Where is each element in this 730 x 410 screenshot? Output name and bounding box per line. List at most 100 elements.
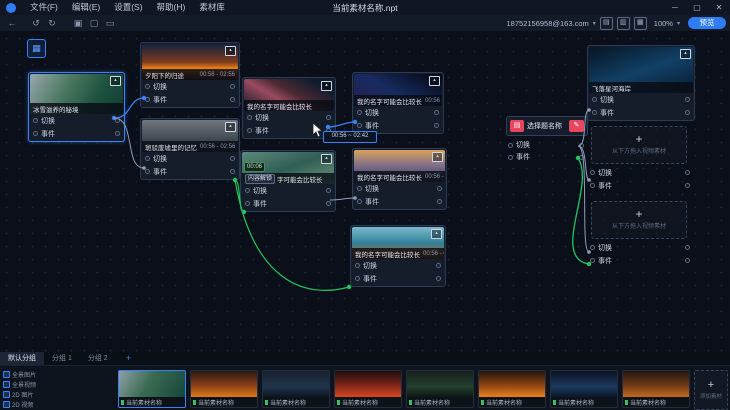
port-out[interactable]: [230, 169, 235, 174]
filter-pano-video[interactable]: 全景视频: [3, 379, 43, 389]
close-button[interactable]: ✕: [708, 0, 730, 15]
port-in[interactable]: [145, 169, 150, 174]
material-thumb[interactable]: 当前素材名称: [118, 370, 186, 408]
menu-edit[interactable]: 编辑(E): [65, 0, 107, 15]
switch-row[interactable]: 切换: [142, 152, 238, 165]
switch-row[interactable]: 切换: [242, 184, 334, 197]
switch-row[interactable]: 切换: [354, 106, 442, 119]
port-in[interactable]: [592, 97, 597, 102]
material-thumb[interactable]: 当前素材名称: [478, 370, 546, 408]
port-out[interactable]: [115, 131, 120, 136]
video-node-f[interactable]: ▴ 我的名字可能会比较长 00:56 - 02:56 切换 事件: [352, 72, 444, 134]
port-in[interactable]: [145, 156, 150, 161]
port-in[interactable]: [592, 110, 597, 115]
material-thumb[interactable]: 当前素材名称: [190, 370, 258, 408]
video-node-a[interactable]: ▴ 冰雪滋养的秘境 切换 事件: [28, 72, 125, 142]
port-out[interactable]: [685, 110, 690, 115]
checkbox-icon[interactable]: [3, 401, 10, 408]
tab-default-group[interactable]: 默认分组: [0, 352, 44, 365]
preview-button[interactable]: 预览: [688, 17, 726, 29]
port-in[interactable]: [33, 131, 38, 136]
checkbox-icon[interactable]: [3, 371, 10, 378]
tab-group-2[interactable]: 分组 2: [80, 352, 116, 365]
port-in[interactable]: [357, 110, 362, 115]
save-icon[interactable]: ▤: [600, 17, 613, 30]
paste-icon[interactable]: ▢: [86, 15, 102, 31]
add-material-tile[interactable]: + 添加素材: [694, 370, 728, 410]
crop-icon[interactable]: ▭: [102, 15, 118, 31]
port-in[interactable]: [357, 199, 362, 204]
minimize-button[interactable]: ─: [664, 0, 686, 15]
video-node-e[interactable]: ▴ 00:06 内容解锁 字可能会比较长 切换 事件: [240, 150, 336, 212]
port-in[interactable]: [247, 115, 252, 120]
port-out[interactable]: [230, 97, 235, 102]
video-node-c[interactable]: ▴ 斑驳废墟里的记忆 00:56 - 02:56 切换 事件: [140, 118, 240, 180]
port-out[interactable]: [685, 245, 690, 250]
switch-row[interactable]: 切换: [508, 140, 584, 150]
port-in[interactable]: [145, 84, 150, 89]
video-node-g[interactable]: ▴ 我的名字可能会比较长 00:56 - 02:56 切换 事件: [352, 148, 447, 210]
port-out[interactable]: [685, 258, 690, 263]
port-out[interactable]: [436, 276, 441, 281]
menu-file[interactable]: 文件(F): [23, 0, 65, 15]
event-row[interactable]: 事件: [589, 106, 693, 119]
checkbox-icon[interactable]: [3, 381, 10, 388]
port-in[interactable]: [508, 143, 513, 148]
port-out[interactable]: [437, 186, 442, 191]
port-out[interactable]: [436, 263, 441, 268]
maximize-button[interactable]: ▢: [686, 0, 708, 15]
event-row[interactable]: 事件: [354, 195, 445, 208]
switch-row[interactable]: 切换: [352, 259, 444, 272]
port-out[interactable]: [230, 84, 235, 89]
material-thumb[interactable]: 当前素材名称: [334, 370, 402, 408]
drop-placeholder[interactable]: + 从下方拖入视频素材: [591, 126, 687, 164]
port-out[interactable]: [434, 110, 439, 115]
add-node-tool-button[interactable]: ▦: [27, 39, 46, 58]
port-out[interactable]: [579, 143, 584, 148]
event-row[interactable]: 事件: [587, 254, 693, 267]
event-row[interactable]: 事件: [508, 152, 584, 162]
account-email[interactable]: 18752156958@163.com: [507, 19, 589, 28]
material-thumb[interactable]: 当前素材名称: [550, 370, 618, 408]
port-in[interactable]: [145, 97, 150, 102]
port-in[interactable]: [357, 186, 362, 191]
undo-icon[interactable]: ↺: [28, 15, 44, 31]
port-out[interactable]: [230, 156, 235, 161]
port-out[interactable]: [326, 188, 331, 193]
port-out[interactable]: [579, 155, 584, 160]
port-in[interactable]: [590, 170, 595, 175]
menu-help[interactable]: 帮助(H): [150, 0, 193, 15]
video-node-h[interactable]: ▴ 我的名字可能会比较长 00:56 - 02:56 切换 事件: [350, 225, 446, 287]
filter-2d-video[interactable]: 2D 视频: [3, 399, 43, 409]
port-in[interactable]: [355, 263, 360, 268]
port-out[interactable]: [685, 170, 690, 175]
filter-pano-image[interactable]: 全景图片: [3, 369, 43, 379]
drop-placeholder[interactable]: + 从下方拖入视频素材: [591, 201, 687, 239]
tab-group-1[interactable]: 分组 1: [44, 352, 80, 365]
event-row[interactable]: 事件: [30, 127, 123, 140]
port-out[interactable]: [434, 123, 439, 128]
fullscreen-icon[interactable]: ▦: [634, 17, 647, 30]
port-in[interactable]: [590, 245, 595, 250]
event-row[interactable]: 事件: [142, 165, 238, 178]
switch-row[interactable]: 切换: [30, 114, 123, 127]
zoom-level[interactable]: 100%: [654, 19, 673, 28]
account-caret-icon[interactable]: ▾: [593, 20, 596, 27]
port-in[interactable]: [355, 276, 360, 281]
port-out[interactable]: [685, 97, 690, 102]
menu-library[interactable]: 素材库: [192, 0, 232, 15]
zoom-caret-icon[interactable]: ▾: [677, 20, 680, 27]
port-in[interactable]: [590, 183, 595, 188]
back-icon[interactable]: ←: [4, 15, 20, 31]
port-in[interactable]: [590, 258, 595, 263]
checkbox-icon[interactable]: [3, 391, 10, 398]
menu-settings[interactable]: 设置(S): [107, 0, 149, 15]
switch-row[interactable]: 切换: [587, 241, 693, 254]
switch-row[interactable]: 切换: [587, 166, 693, 179]
port-in[interactable]: [508, 155, 513, 160]
port-out[interactable]: [437, 199, 442, 204]
switch-row[interactable]: 切换: [589, 93, 693, 106]
copy-icon[interactable]: ▣: [70, 15, 86, 31]
event-row[interactable]: 事件: [587, 179, 693, 192]
port-out[interactable]: [685, 183, 690, 188]
